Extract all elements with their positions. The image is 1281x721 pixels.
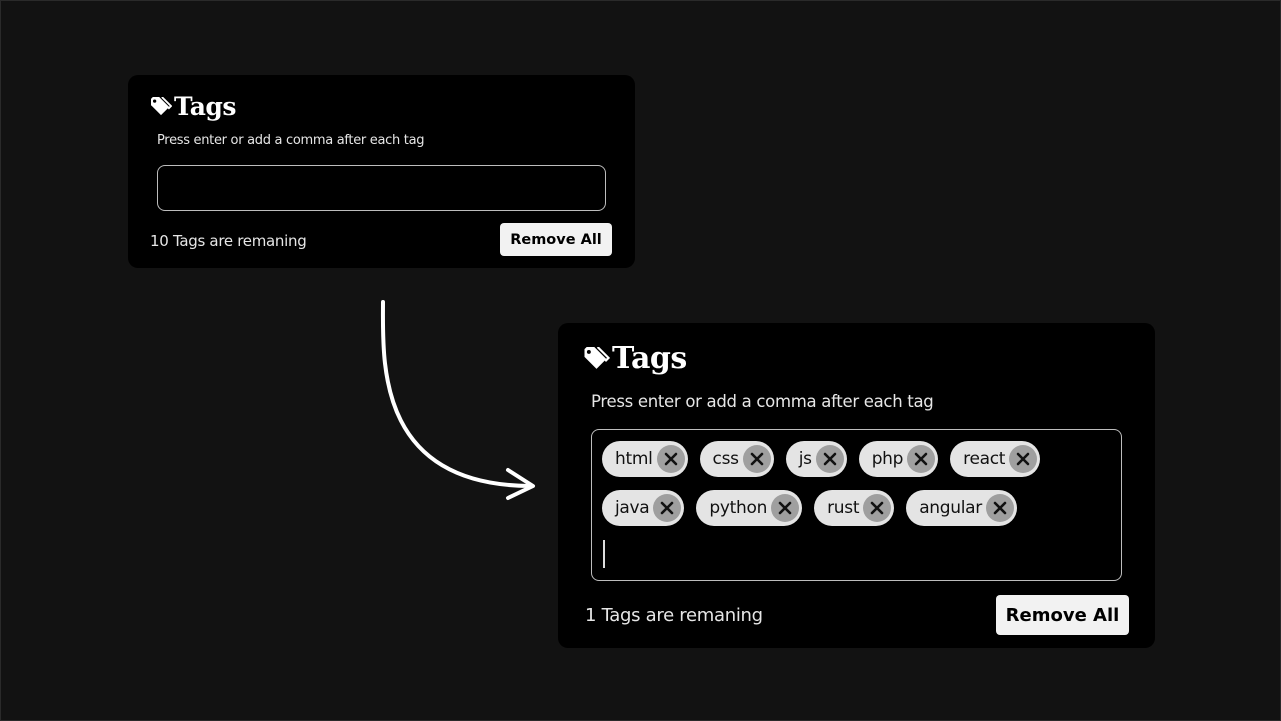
close-icon[interactable] <box>742 445 771 473</box>
close-icon[interactable] <box>1009 445 1038 473</box>
tag-list: html css js php react java python rust angular <box>602 441 1107 526</box>
text-cursor <box>603 540 605 568</box>
remaining-count-text: 1 Tags are remaning <box>585 605 763 626</box>
tag-label: rust <box>827 498 860 518</box>
tag-label: react <box>963 449 1006 469</box>
close-icon[interactable] <box>656 445 685 473</box>
close-icon[interactable] <box>985 494 1014 522</box>
tag-chip: react <box>950 441 1041 477</box>
tag-chip: css <box>699 441 774 477</box>
tag-icon <box>583 346 610 371</box>
tag-label: php <box>871 449 904 469</box>
tag-chip: js <box>785 441 847 477</box>
tag-chip: java <box>602 490 685 526</box>
close-icon[interactable] <box>815 445 844 473</box>
tag-chip: php <box>858 441 939 477</box>
tag-chip: rust <box>814 490 895 526</box>
tag-input-field[interactable]: html css js php react java python rust angular <box>591 429 1122 581</box>
instruction-text: Press enter or add a comma after each ta… <box>591 392 934 411</box>
close-icon[interactable] <box>863 494 892 522</box>
tag-label: java <box>615 498 650 518</box>
tag-chip: python <box>696 490 803 526</box>
remove-all-button[interactable]: Remove All <box>996 595 1129 635</box>
close-icon[interactable] <box>907 445 936 473</box>
tags-card-filled: Tags Press enter or add a comma after ea… <box>558 323 1155 648</box>
tag-chip: html <box>602 441 688 477</box>
card-title-text: Tags <box>612 341 687 376</box>
close-icon[interactable] <box>653 494 682 522</box>
close-icon[interactable] <box>771 494 800 522</box>
tag-label: python <box>709 498 768 518</box>
tag-label: html <box>615 449 653 469</box>
tag-label: css <box>712 449 739 469</box>
tag-label: angular <box>919 498 982 518</box>
tag-chip: angular <box>906 490 1017 526</box>
tag-label: js <box>798 449 812 469</box>
card-title: Tags <box>583 341 687 376</box>
